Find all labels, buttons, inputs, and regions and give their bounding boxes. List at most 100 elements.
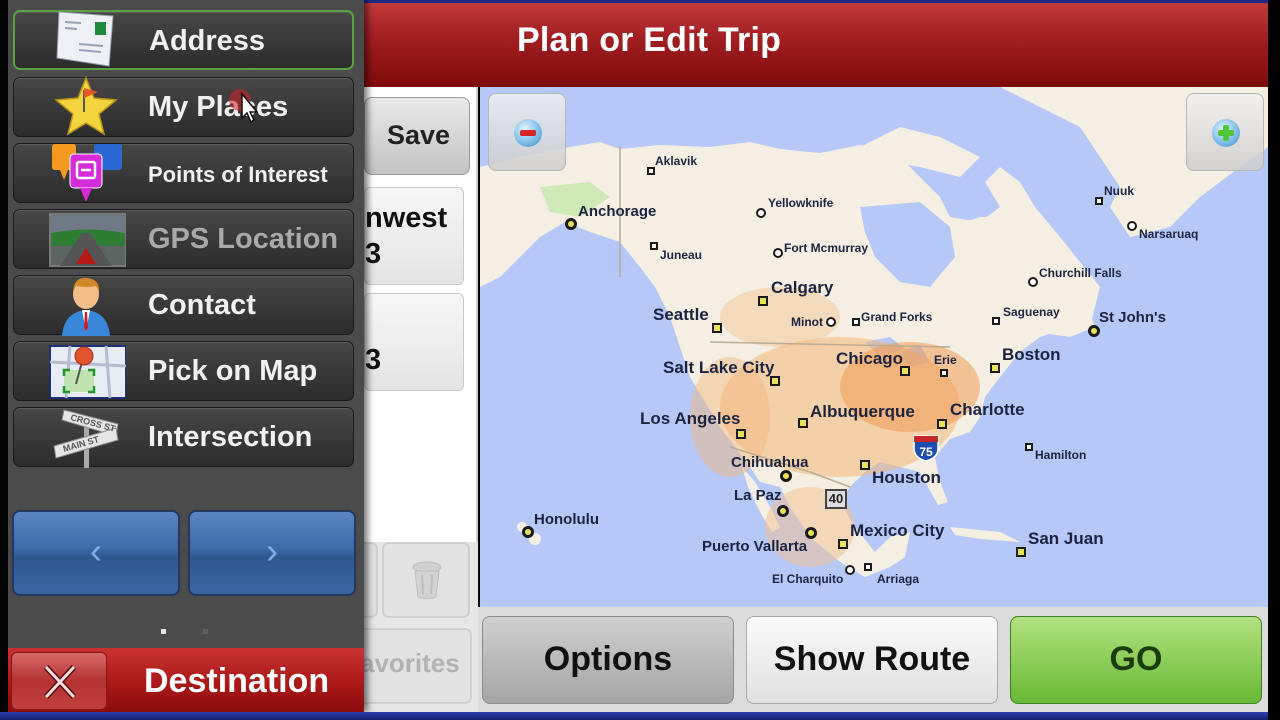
city-marker[interactable]	[565, 218, 577, 230]
poi-pins-icon	[52, 144, 122, 202]
city-marker[interactable]	[647, 167, 655, 175]
delete-button[interactable]	[382, 542, 470, 618]
menu-item-address[interactable]: Address	[13, 10, 354, 70]
trash-icon	[412, 561, 442, 599]
city-marker[interactable]	[1025, 443, 1033, 451]
map-label: La Paz	[734, 487, 782, 504]
menu-item-intersection[interactable]: CROSS ST MAIN ST Intersection	[13, 407, 354, 468]
close-button[interactable]	[11, 652, 107, 710]
city-marker[interactable]	[826, 317, 836, 327]
go-button[interactable]: GO	[1010, 616, 1262, 704]
city-marker[interactable]	[798, 418, 808, 428]
map-label: Grand Forks	[861, 310, 933, 324]
menu-item-points-of-interest[interactable]: Points of Interest	[13, 143, 354, 203]
options-button[interactable]: Options	[482, 616, 734, 704]
city-marker[interactable]	[650, 242, 658, 250]
map-label: Aklavik	[655, 154, 698, 168]
destination-title: Destination	[144, 662, 330, 700]
map-label: Chicago	[836, 349, 904, 368]
chevron-left-icon: ‹	[90, 530, 102, 571]
plus-icon	[1212, 119, 1240, 147]
favorites-button[interactable]: avorites	[358, 628, 472, 704]
menu-item-label: My Places	[148, 91, 289, 123]
city-marker[interactable]	[937, 419, 947, 429]
city-marker[interactable]	[864, 563, 872, 571]
street-sign-icon: CROSS ST MAIN ST	[53, 409, 119, 468]
city-marker[interactable]	[845, 565, 855, 575]
map-label: Narsaruaq	[1139, 227, 1199, 241]
map-label: Churchill Falls	[1039, 266, 1122, 280]
map-label: Mexico City	[850, 521, 945, 540]
mouse-cursor-icon	[229, 89, 259, 124]
city-marker[interactable]	[522, 526, 534, 538]
city-marker[interactable]	[712, 323, 722, 333]
page-title: Plan or Edit Trip	[517, 21, 782, 59]
map-label: Los Angeles	[640, 409, 741, 428]
city-marker[interactable]	[1088, 325, 1100, 337]
envelope-icon	[56, 11, 114, 67]
city-marker[interactable]	[780, 470, 792, 482]
bottom-border	[0, 712, 1270, 720]
right-border	[1268, 0, 1280, 720]
city-marker[interactable]	[852, 318, 860, 326]
menu-item-pick-on-map[interactable]: Pick on Map	[13, 341, 354, 401]
city-marker[interactable]	[1127, 221, 1137, 231]
city-marker[interactable]	[1095, 197, 1103, 205]
menu-item-contact[interactable]: Contact	[13, 275, 354, 336]
map-view[interactable]: Aklavik Yellowknife Anchorage Juneau For…	[480, 87, 1268, 607]
page-indicator	[203, 629, 208, 634]
shield-number: 75	[919, 445, 933, 459]
menu-item-label: Points of Interest	[148, 162, 328, 187]
map-label: Charlotte	[950, 400, 1025, 419]
city-marker[interactable]	[756, 208, 766, 218]
map-label: Salt Lake City	[663, 358, 775, 377]
menu-item-my-places[interactable]: My Places	[13, 76, 354, 137]
map-label: Yellowknife	[768, 196, 834, 210]
city-marker[interactable]	[838, 539, 848, 549]
list-toolbar: avorites	[358, 542, 478, 712]
city-marker[interactable]	[736, 429, 746, 439]
map-label: Boston	[1002, 345, 1061, 364]
close-icon	[43, 664, 77, 700]
city-marker[interactable]	[777, 505, 789, 517]
star-flag-icon	[54, 76, 118, 136]
page-indicator-active	[161, 629, 166, 634]
previous-page-button[interactable]: ‹	[12, 510, 180, 596]
map-label: El Charquito	[772, 572, 844, 586]
menu-item-label: Address	[149, 25, 266, 57]
trip-stop-item[interactable]: 3	[364, 293, 464, 391]
trip-stop-item[interactable]: nwest 3	[364, 187, 464, 285]
city-marker[interactable]	[992, 317, 1000, 325]
map-pin-icon	[49, 345, 126, 399]
map-label: St John's	[1099, 309, 1166, 326]
stop-name: nwest	[365, 202, 448, 234]
map-label: Arriaga	[877, 572, 920, 586]
city-marker[interactable]	[940, 369, 948, 377]
destination-panel: Address My Places Points of Interest GPS…	[0, 0, 364, 712]
city-marker[interactable]	[860, 460, 870, 470]
person-icon	[62, 277, 110, 336]
map-label: Albuquerque	[810, 402, 915, 421]
menu-item-label: Contact	[148, 289, 256, 321]
map-label: Juneau	[660, 248, 703, 262]
stop-detail: 3	[365, 344, 382, 376]
city-marker[interactable]	[990, 363, 1000, 373]
city-marker[interactable]	[773, 248, 783, 258]
zoom-out-button[interactable]	[488, 93, 566, 171]
save-label: Save	[387, 120, 451, 150]
show-route-button[interactable]: Show Route	[746, 616, 998, 704]
next-page-button[interactable]: ›	[188, 510, 356, 596]
city-marker[interactable]	[1016, 547, 1026, 557]
city-marker[interactable]	[758, 296, 768, 306]
action-bar: Options Show Route GO	[478, 607, 1268, 712]
trip-stop-list: Save nwest 3 3 avorites	[358, 87, 478, 712]
save-button[interactable]: Save	[364, 97, 470, 175]
map-label: Puerto Vallarta	[702, 538, 808, 555]
map-label: Anchorage	[578, 203, 657, 220]
chevron-right-icon: ›	[266, 530, 278, 571]
city-marker[interactable]	[1028, 277, 1038, 287]
menu-item-gps-location[interactable]: GPS Location	[13, 209, 354, 269]
minus-icon	[514, 119, 542, 147]
zoom-in-button[interactable]	[1186, 93, 1264, 171]
page-header: Plan or Edit Trip	[362, 3, 1268, 87]
